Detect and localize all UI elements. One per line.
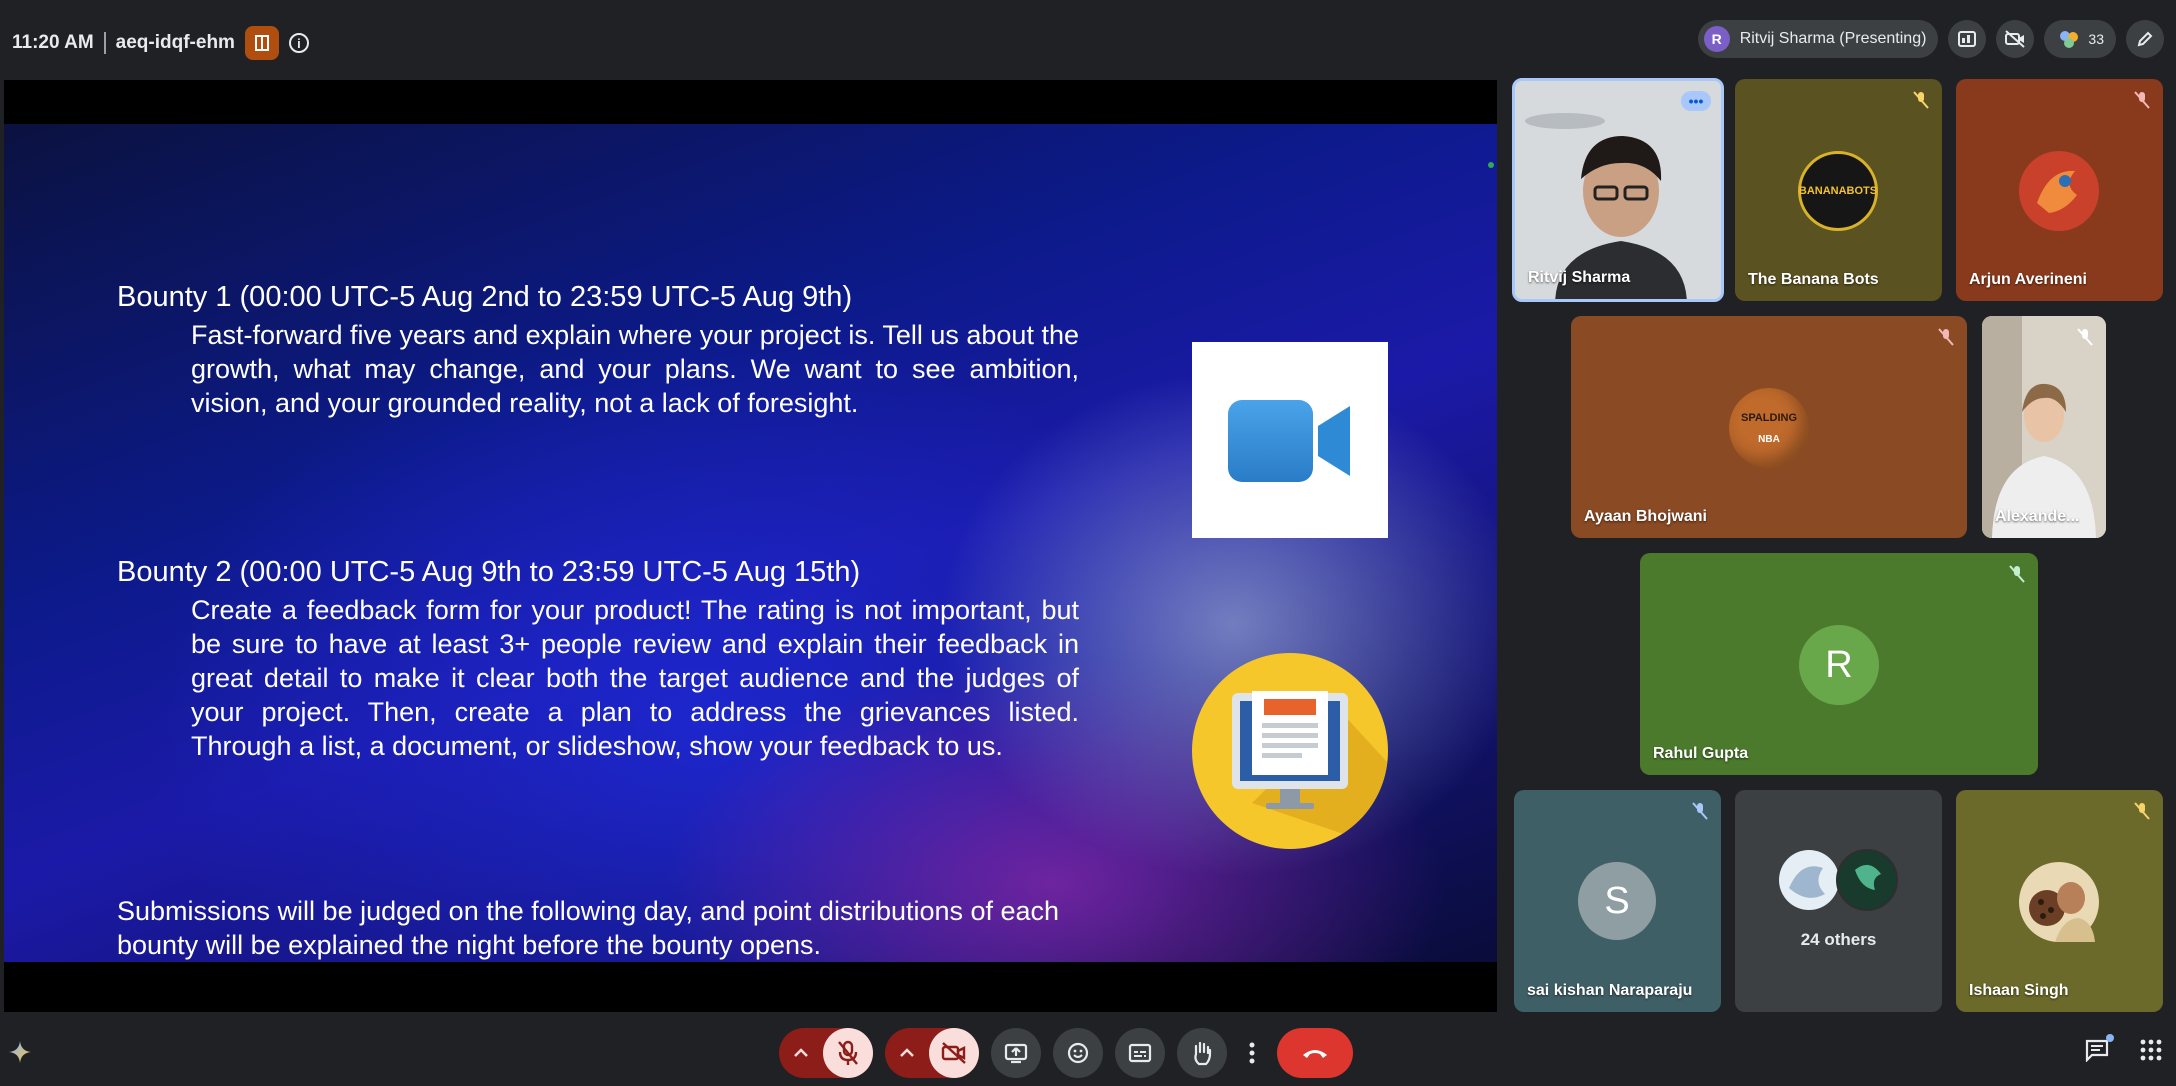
mic-off-icon <box>1692 802 1708 820</box>
camera-off-icon <box>2005 30 2026 48</box>
camera-control-group <box>885 1028 979 1078</box>
chevron-up-icon <box>794 1048 808 1057</box>
top-right-controls: R Ritvij Sharma (Presenting) 33 <box>1697 20 2164 58</box>
chat-icon <box>2085 1039 2109 1063</box>
slide: Bounty 1 (00:00 UTC-5 Aug 2nd to 23:59 U… <box>4 124 1497 962</box>
video-feed <box>1982 316 2106 538</box>
participant-tile-alexander[interactable]: Alexande... <box>1982 316 2106 538</box>
mic-off-icon <box>838 1040 858 1065</box>
pencil-icon <box>2137 31 2153 47</box>
team-logo: BANANABOTS <box>1798 151 1878 231</box>
call-controls <box>779 1028 1353 1078</box>
captions-icon <box>1128 1043 1152 1063</box>
emoji-icon <box>1067 1042 1089 1064</box>
participant-name: Ayaan Bhojwani <box>1584 508 1707 525</box>
participant-name: sai kishan Naraparaju <box>1527 982 1693 999</box>
meeting-code: aeq-idqf-ehm <box>115 32 235 53</box>
leave-call-button[interactable] <box>1277 1028 1353 1078</box>
info-icon[interactable]: i <box>288 33 309 53</box>
mic-off-icon <box>2134 91 2150 109</box>
layout-icon <box>1958 31 1977 47</box>
bounty1-title: Bounty 1 (00:00 UTC-5 Aug 2nd to 23:59 U… <box>117 281 853 313</box>
bounty2-title: Bounty 2 (00:00 UTC-5 Aug 9th to 23:59 U… <box>117 556 861 588</box>
speaking-indicator <box>1488 162 1494 168</box>
participant-tile-others[interactable]: 24 others <box>1735 790 1942 1012</box>
team-logo-text: BANANABOTS <box>1798 185 1878 197</box>
monitor-document-icon <box>1192 653 1388 849</box>
camera-toggle-button[interactable] <box>929 1028 979 1078</box>
participant-tile-sai[interactable]: S sai kishan Naraparaju <box>1514 790 1721 1012</box>
ball-brand-text: SPALDING <box>1740 411 1798 424</box>
mic-off-icon <box>2077 328 2093 346</box>
people-button[interactable]: 33 <box>2044 20 2116 58</box>
clock-time: 11:20 AM <box>12 32 94 53</box>
bounty1-body: Fast-forward five years and explain wher… <box>191 320 1079 418</box>
reactions-button[interactable] <box>1053 1028 1103 1078</box>
hide-self-view-button[interactable] <box>1996 20 2035 58</box>
others-count: 24 others <box>1800 930 1877 949</box>
microphone-control-group <box>779 1028 873 1078</box>
participant-name: Ritvij Sharma <box>1528 269 1631 286</box>
unread-dot <box>2106 1034 2114 1042</box>
meeting-info: 11:20 AM aeq-idqf-ehm i <box>12 26 309 60</box>
presenter-label: Ritvij Sharma (Presenting) <box>1739 30 1927 47</box>
present-icon <box>1004 1043 1028 1064</box>
bounty2-body: Create a feedback form for your product!… <box>191 595 1079 761</box>
present-screen-button[interactable] <box>991 1028 1041 1078</box>
basketball-avatar: SPALDING NBA <box>1729 388 1809 468</box>
captions-button[interactable] <box>1115 1028 1165 1078</box>
phone-hangup-icon <box>1303 1050 1327 1058</box>
avatar: R <box>1799 625 1879 705</box>
participant-tile-rahul[interactable]: R Rahul Gupta <box>1640 553 2038 775</box>
participant-tile-ritvij[interactable]: ••• Ritvij Sharma <box>1512 78 1724 302</box>
more-options-button[interactable] <box>1239 1028 1265 1078</box>
mic-off-icon <box>1938 328 1954 346</box>
audio-options-button[interactable] <box>779 1028 823 1078</box>
avatar: S <box>1578 862 1656 940</box>
activities-button[interactable] <box>2140 1039 2162 1066</box>
more-vert-icon <box>1249 1042 1255 1064</box>
participant-name: The Banana Bots <box>1748 271 1879 288</box>
participant-name: Ishaan Singh <box>1969 982 2069 999</box>
people-icon <box>2060 31 2079 48</box>
bottom-control-bar <box>0 1014 2176 1086</box>
meet-window: 11:20 AM aeq-idqf-ehm i R Ritvij Sharma … <box>0 0 2176 1086</box>
host-controls-icon[interactable] <box>244 26 279 60</box>
mic-off-icon <box>2134 802 2150 820</box>
apps-grid-icon <box>2140 1039 2162 1061</box>
layout-button[interactable] <box>1948 20 1987 58</box>
presenter-indicator[interactable]: R Ritvij Sharma (Presenting) <box>1697 20 1939 58</box>
microphone-toggle-button[interactable] <box>823 1028 873 1078</box>
participant-tile-ayaan[interactable]: SPALDING NBA Ayaan Bhojwani <box>1571 316 1967 538</box>
chevron-up-icon <box>900 1048 914 1057</box>
slide-footer: Submissions will be judged on the follow… <box>117 896 1060 960</box>
participant-tile-arjun[interactable]: Arjun Averineni <box>1956 79 2163 301</box>
hand-icon <box>1194 1041 1212 1066</box>
raise-hand-button[interactable] <box>1177 1028 1227 1078</box>
participant-name: Arjun Averineni <box>1969 271 2087 288</box>
others-avatars <box>1779 849 1898 911</box>
participant-tile-banana-bots[interactable]: BANANABOTS The Banana Bots <box>1735 79 1942 301</box>
video-camera-icon <box>1192 342 1388 538</box>
host-tools-button[interactable] <box>2126 20 2164 58</box>
mic-off-icon <box>1913 91 1929 109</box>
avatar <box>2019 151 2099 231</box>
ball-league-text: NBA <box>1758 433 1780 445</box>
divider <box>103 32 106 54</box>
camera-off-icon <box>941 1042 966 1064</box>
video-options-button[interactable] <box>885 1028 929 1078</box>
participant-tile-ishaan[interactable]: Ishaan Singh <box>1956 790 2163 1012</box>
mic-off-icon <box>2009 565 2025 583</box>
participant-name: Alexande... <box>1995 508 2080 525</box>
more-options-icon[interactable]: ••• <box>1681 91 1711 111</box>
presenter-avatar: R <box>1703 26 1730 52</box>
participant-name: Rahul Gupta <box>1653 745 1749 762</box>
avatar <box>2019 862 2099 942</box>
chat-button[interactable] <box>2084 1034 2114 1067</box>
side-panel-controls <box>2084 1034 2162 1067</box>
gemini-icon[interactable] <box>8 1040 32 1064</box>
presentation-stage: Bounty 1 (00:00 UTC-5 Aug 2nd to 23:59 U… <box>4 80 1497 1012</box>
participant-count: 33 <box>2088 31 2104 47</box>
top-bar: 11:20 AM aeq-idqf-ehm i R Ritvij Sharma … <box>0 0 2176 78</box>
